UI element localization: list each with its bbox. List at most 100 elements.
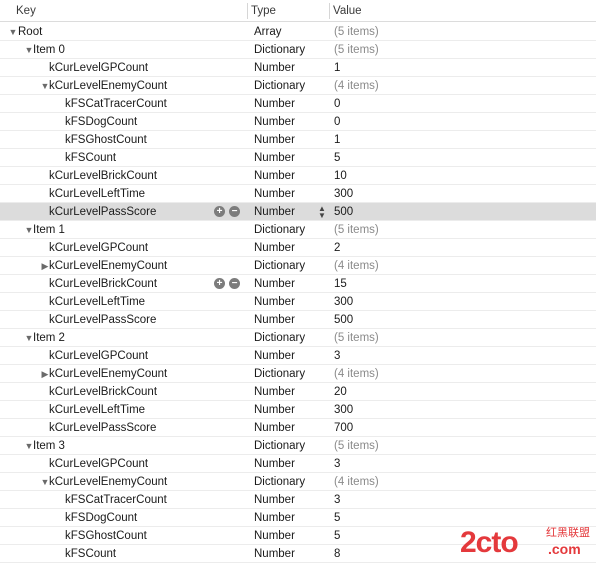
row-key[interactable]: kCurLevelLeftTime: [49, 185, 145, 203]
row-type[interactable]: Number: [254, 275, 295, 293]
type-stepper-icon[interactable]: ▲ ▼: [318, 205, 326, 220]
row-key[interactable]: Item 2: [33, 329, 65, 347]
row-key[interactable]: Item 3: [33, 437, 65, 455]
row-type[interactable]: Dictionary: [254, 257, 305, 275]
row-key[interactable]: kFSCount: [65, 149, 116, 167]
row-key[interactable]: kFSGhostCount: [65, 527, 147, 545]
row-key[interactable]: kCurLevelEnemyCount: [49, 77, 167, 95]
row-type[interactable]: Dictionary: [254, 365, 305, 383]
row-value[interactable]: 20: [334, 383, 347, 401]
row-key[interactable]: kCurLevelEnemyCount: [49, 257, 167, 275]
row-key[interactable]: kCurLevelBrickCount: [49, 275, 157, 293]
row-type[interactable]: Number: [254, 491, 295, 509]
row-key[interactable]: kCurLevelLeftTime: [49, 401, 145, 419]
row-type[interactable]: Number: [254, 509, 295, 527]
row-key[interactable]: kCurLevelBrickCount: [49, 167, 157, 185]
row-type[interactable]: Dictionary: [254, 221, 305, 239]
add-row-icon[interactable]: +: [214, 278, 225, 289]
plist-row[interactable]: kFSGhostCount Number 1: [0, 131, 596, 149]
remove-row-icon[interactable]: −: [229, 278, 240, 289]
row-key[interactable]: kCurLevelEnemyCount: [49, 365, 167, 383]
column-divider[interactable]: [247, 3, 248, 19]
plist-row[interactable]: ▶ kCurLevelEnemyCount Dictionary (4 items): [0, 365, 596, 383]
row-type[interactable]: Dictionary: [254, 437, 305, 455]
plist-row[interactable]: kCurLevelLeftTime Number 300: [0, 185, 596, 203]
row-type[interactable]: Number: [254, 419, 295, 437]
plist-row[interactable]: kFSDogCount Number 0: [0, 113, 596, 131]
row-value[interactable]: (5 items): [334, 329, 379, 347]
row-value[interactable]: 2: [334, 239, 340, 257]
row-type[interactable]: Number: [254, 203, 295, 221]
row-key[interactable]: Item 1: [33, 221, 65, 239]
row-type[interactable]: Number: [254, 149, 295, 167]
row-type[interactable]: Number: [254, 293, 295, 311]
row-type[interactable]: Number: [254, 401, 295, 419]
plist-row[interactable]: kCurLevelBrickCount Number 20: [0, 383, 596, 401]
row-key[interactable]: kCurLevelGPCount: [49, 347, 148, 365]
row-value[interactable]: (4 items): [334, 365, 379, 383]
row-value[interactable]: (4 items): [334, 473, 379, 491]
row-key[interactable]: kCurLevelGPCount: [49, 59, 148, 77]
row-type[interactable]: Number: [254, 59, 295, 77]
row-type[interactable]: Number: [254, 383, 295, 401]
plist-row[interactable]: ▼ kCurLevelEnemyCount Dictionary (4 items): [0, 77, 596, 95]
row-key[interactable]: kFSCount: [65, 545, 116, 563]
row-value[interactable]: 10: [334, 167, 347, 185]
row-key[interactable]: kFSCatTracerCount: [65, 491, 167, 509]
plist-row[interactable]: kCurLevelLeftTime Number 300: [0, 293, 596, 311]
row-key[interactable]: kCurLevelPassScore: [49, 203, 156, 221]
row-value[interactable]: 300: [334, 185, 353, 203]
plist-row[interactable]: ▼ Root Array (5 items): [0, 23, 596, 41]
row-value[interactable]: 300: [334, 401, 353, 419]
row-value[interactable]: (5 items): [334, 221, 379, 239]
row-value[interactable]: 700: [334, 419, 353, 437]
row-type[interactable]: Dictionary: [254, 329, 305, 347]
row-key[interactable]: kCurLevelPassScore: [49, 419, 156, 437]
row-value[interactable]: (4 items): [334, 77, 379, 95]
plist-row[interactable]: ▼ Item 2 Dictionary (5 items): [0, 329, 596, 347]
row-key[interactable]: kCurLevelPassScore: [49, 311, 156, 329]
row-value[interactable]: (5 items): [334, 41, 379, 59]
row-value[interactable]: (5 items): [334, 23, 379, 41]
disclosure-expanded-icon[interactable]: ▼: [8, 23, 18, 41]
type-column-header[interactable]: Type: [251, 0, 276, 22]
row-value[interactable]: 0: [334, 95, 340, 113]
row-type[interactable]: Number: [254, 185, 295, 203]
row-type[interactable]: Number: [254, 455, 295, 473]
remove-row-icon[interactable]: −: [229, 206, 240, 217]
row-value[interactable]: 3: [334, 347, 340, 365]
row-type[interactable]: Number: [254, 113, 295, 131]
plist-row[interactable]: kCurLevelGPCount Number 3: [0, 347, 596, 365]
row-type[interactable]: Dictionary: [254, 473, 305, 491]
row-value[interactable]: 5: [334, 149, 340, 167]
row-value[interactable]: 500: [334, 311, 353, 329]
plist-row[interactable]: ▶ kCurLevelEnemyCount Dictionary (4 items): [0, 257, 596, 275]
row-type[interactable]: Number: [254, 527, 295, 545]
row-value[interactable]: 3: [334, 491, 340, 509]
row-key[interactable]: kFSGhostCount: [65, 131, 147, 149]
row-key[interactable]: Root: [18, 23, 42, 41]
row-value[interactable]: 8: [334, 545, 340, 563]
row-type[interactable]: Dictionary: [254, 77, 305, 95]
row-type[interactable]: Number: [254, 239, 295, 257]
row-value[interactable]: (5 items): [334, 437, 379, 455]
key-column-header[interactable]: Key: [16, 0, 36, 22]
row-type[interactable]: Number: [254, 167, 295, 185]
row-key[interactable]: kCurLevelLeftTime: [49, 293, 145, 311]
plist-row[interactable]: ▼ Item 0 Dictionary (5 items): [0, 41, 596, 59]
plist-row[interactable]: kCurLevelPassScore Number 500: [0, 311, 596, 329]
row-value[interactable]: 15: [334, 275, 347, 293]
row-type[interactable]: Number: [254, 347, 295, 365]
plist-row[interactable]: kFSCount Number 5: [0, 149, 596, 167]
row-value[interactable]: 0: [334, 113, 340, 131]
row-type[interactable]: Number: [254, 545, 295, 563]
plist-row[interactable]: kFSCatTracerCount Number 3: [0, 491, 596, 509]
row-key[interactable]: kCurLevelBrickCount: [49, 383, 157, 401]
plist-row[interactable]: kCurLevelPassScore Number 700: [0, 419, 596, 437]
row-value[interactable]: 5: [334, 509, 340, 527]
row-key[interactable]: kCurLevelGPCount: [49, 455, 148, 473]
row-value[interactable]: 1: [334, 131, 340, 149]
row-value[interactable]: 5: [334, 527, 340, 545]
plist-row[interactable]: kCurLevelBrickCount + − Number 15: [0, 275, 596, 293]
plist-row[interactable]: kCurLevelPassScore + − Number ▲ ▼ 500: [0, 203, 596, 221]
